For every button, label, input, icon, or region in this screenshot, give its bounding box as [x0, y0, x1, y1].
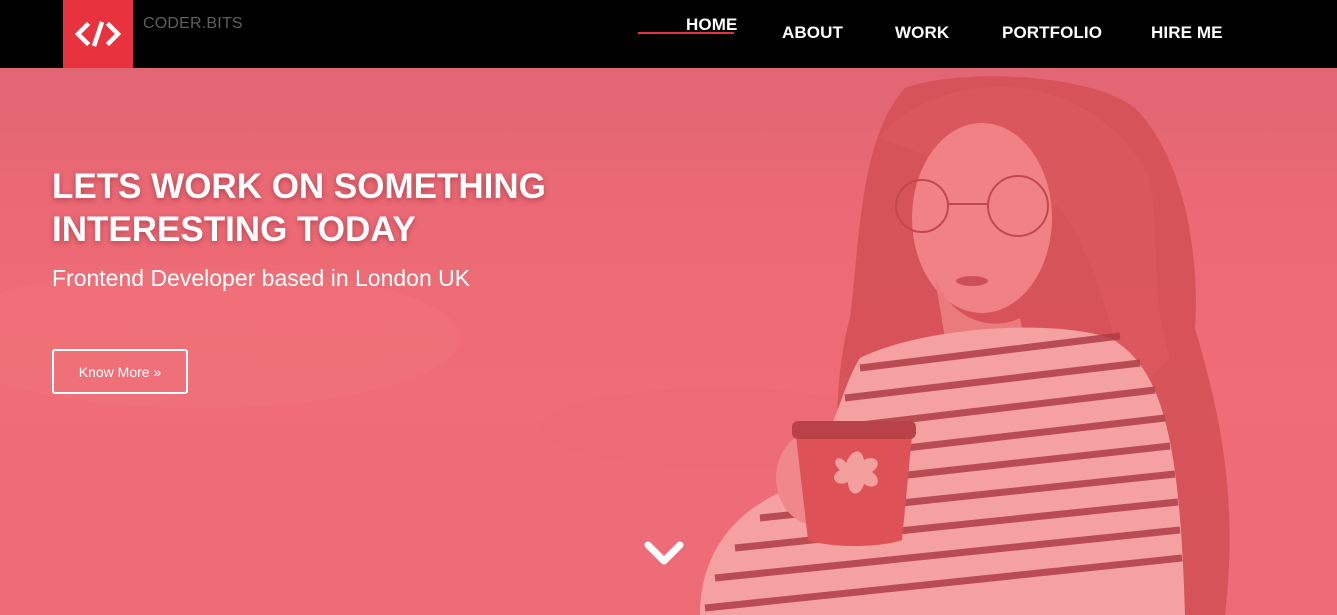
- hero-subtitle: Frontend Developer based in London UK: [52, 265, 471, 291]
- hero-background-photo: [0, 68, 1337, 615]
- chevron-down-icon[interactable]: [642, 537, 686, 569]
- hero-section: LETS WORK ON SOMETHING INTERESTING TODAY…: [0, 68, 1337, 615]
- brand-name[interactable]: CODER.BITS: [143, 15, 243, 33]
- nav-portfolio[interactable]: PORTFOLIO: [1002, 23, 1102, 43]
- code-icon: [75, 21, 121, 47]
- hero-title: LETS WORK ON SOMETHING INTERESTING TODAY: [52, 165, 652, 251]
- nav-active-indicator: [638, 32, 734, 34]
- nav-hire-me[interactable]: HIRE ME: [1151, 23, 1223, 43]
- nav-work[interactable]: WORK: [895, 23, 949, 43]
- hero-title-line1: LETS WORK ON SOMETHING: [52, 167, 546, 206]
- logo[interactable]: [63, 0, 133, 68]
- navbar: CODER.BITS HOME ABOUT WORK PORTFOLIO HIR…: [0, 0, 1337, 68]
- know-more-button[interactable]: Know More »: [52, 349, 188, 394]
- nav-about[interactable]: ABOUT: [782, 23, 843, 43]
- hero-title-line2: INTERESTING TODAY: [52, 210, 416, 249]
